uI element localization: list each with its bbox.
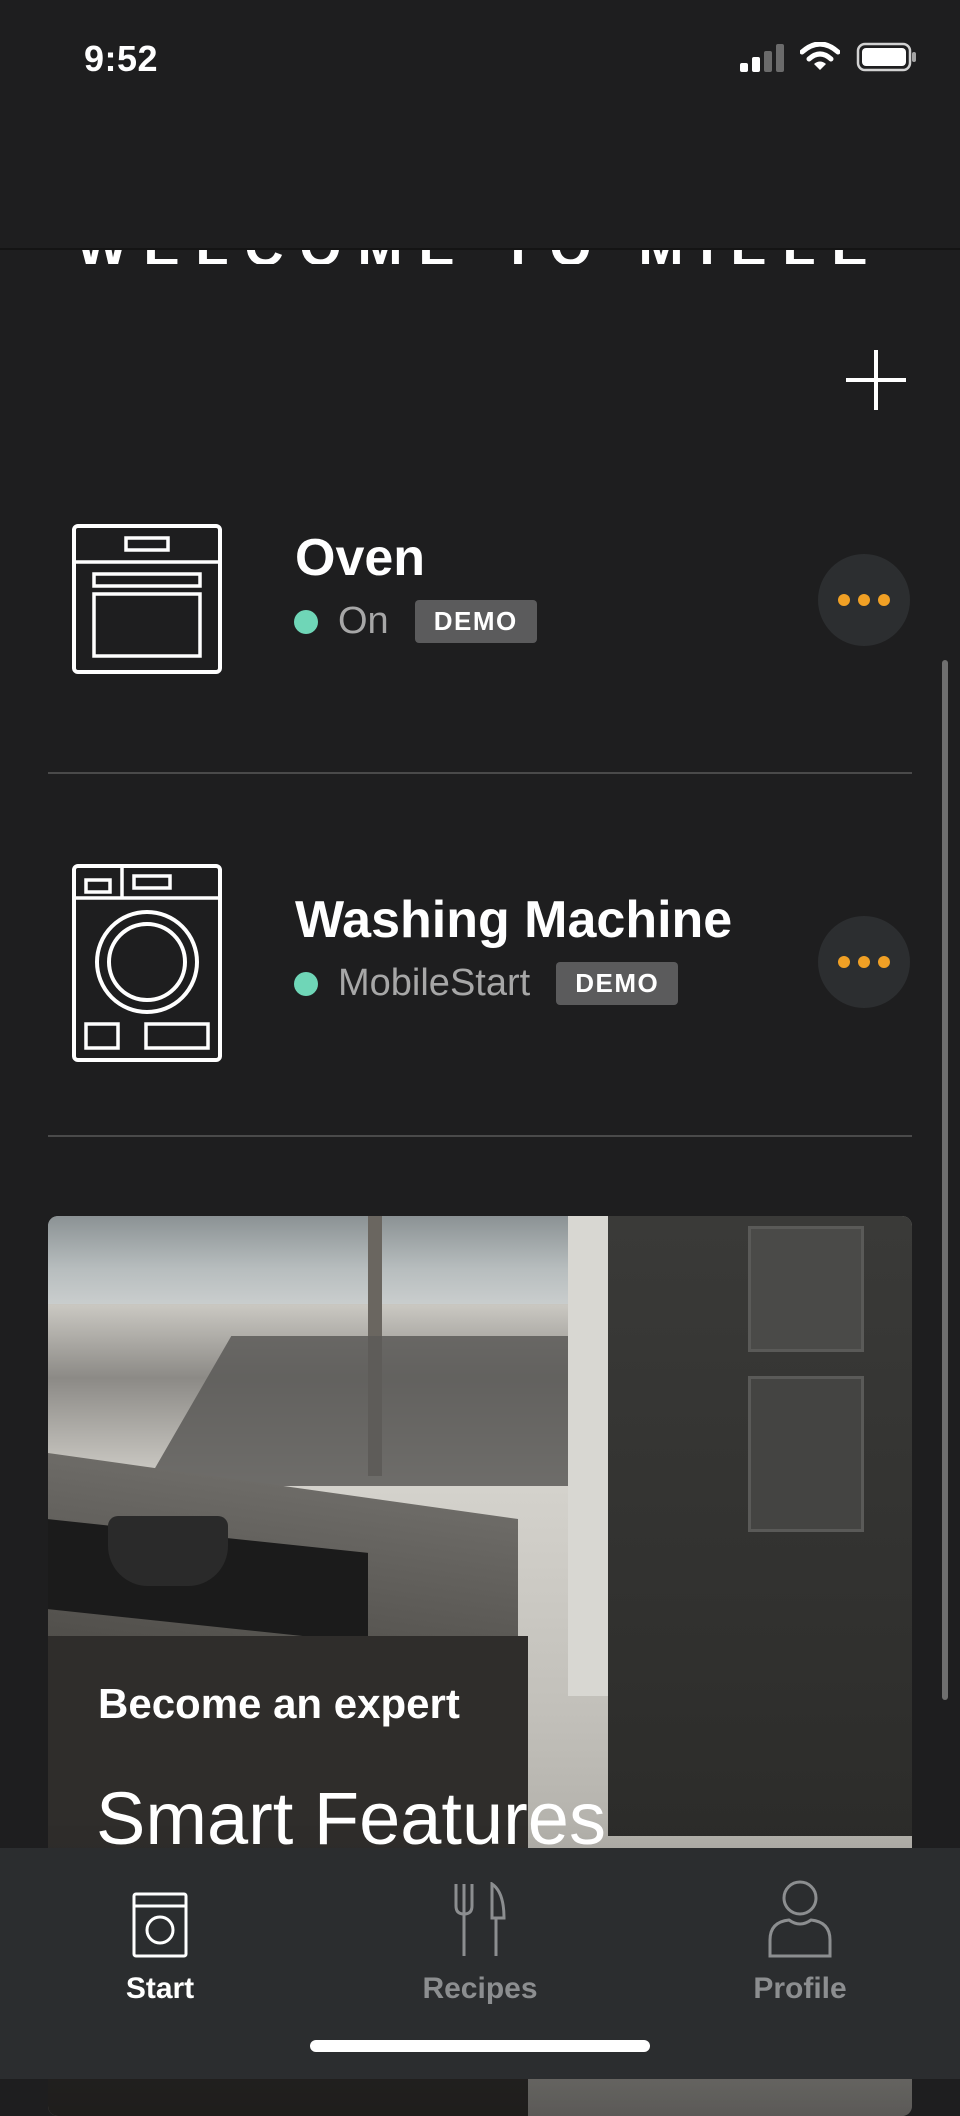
device-status: On DEMO <box>294 600 537 643</box>
welcome-title: WELCOME TO MIELE <box>0 250 960 264</box>
wifi-icon <box>800 42 840 70</box>
dot <box>878 956 890 968</box>
more-options-button[interactable] <box>818 916 910 1008</box>
tab-start[interactable]: Start <box>40 1864 280 2006</box>
status-text: MobileStart <box>338 962 531 1004</box>
status-text: On <box>338 600 389 642</box>
promo-image-oven <box>748 1376 864 1532</box>
tab-label: Profile <box>753 1972 847 2005</box>
dot <box>858 956 870 968</box>
dot <box>858 594 870 606</box>
promo-image-oven <box>748 1226 864 1352</box>
device-row-oven[interactable]: Oven On DEMO <box>0 500 960 730</box>
oven-icon <box>72 524 222 674</box>
device-row-washing-machine[interactable]: Washing Machine MobileStart DEMO <box>0 840 960 1090</box>
device-divider <box>48 1135 912 1137</box>
promo-image-sea <box>48 1216 568 1304</box>
device-status: MobileStart DEMO <box>294 962 679 1005</box>
dot <box>838 956 850 968</box>
user-icon <box>768 1880 832 1958</box>
cellular-signal-icon <box>740 42 784 72</box>
device-name: Oven <box>295 529 426 587</box>
appliance-icon <box>132 1892 188 1958</box>
status-dot <box>294 609 318 634</box>
cutlery-icon <box>454 1882 506 1956</box>
status-time: 9:52 <box>84 38 159 79</box>
washing-machine-icon <box>72 864 222 1062</box>
tab-profile[interactable]: Profile <box>680 1864 920 2006</box>
dot <box>838 594 850 606</box>
status-dot <box>294 971 318 996</box>
tab-label: Start <box>125 1972 195 2005</box>
demo-badge: DEMO <box>414 600 537 643</box>
promo-image-pot <box>108 1516 228 1586</box>
add-device-button[interactable] <box>840 344 912 416</box>
welcome-title-clip: WELCOME TO MIELE <box>0 250 960 264</box>
battery-icon <box>856 42 916 72</box>
demo-badge: DEMO <box>556 962 679 1005</box>
status-icons <box>740 42 918 72</box>
tab-label: Recipes <box>422 1972 538 2005</box>
promo-kicker: Become an expert <box>98 1680 460 1727</box>
home-indicator[interactable] <box>310 2040 650 2052</box>
tab-recipes[interactable]: Recipes <box>360 1864 600 2006</box>
dot <box>878 594 890 606</box>
scroll-indicator <box>942 660 948 1700</box>
more-options-button[interactable] <box>818 554 910 646</box>
device-name: Washing Machine <box>295 891 733 949</box>
device-divider <box>48 772 912 774</box>
